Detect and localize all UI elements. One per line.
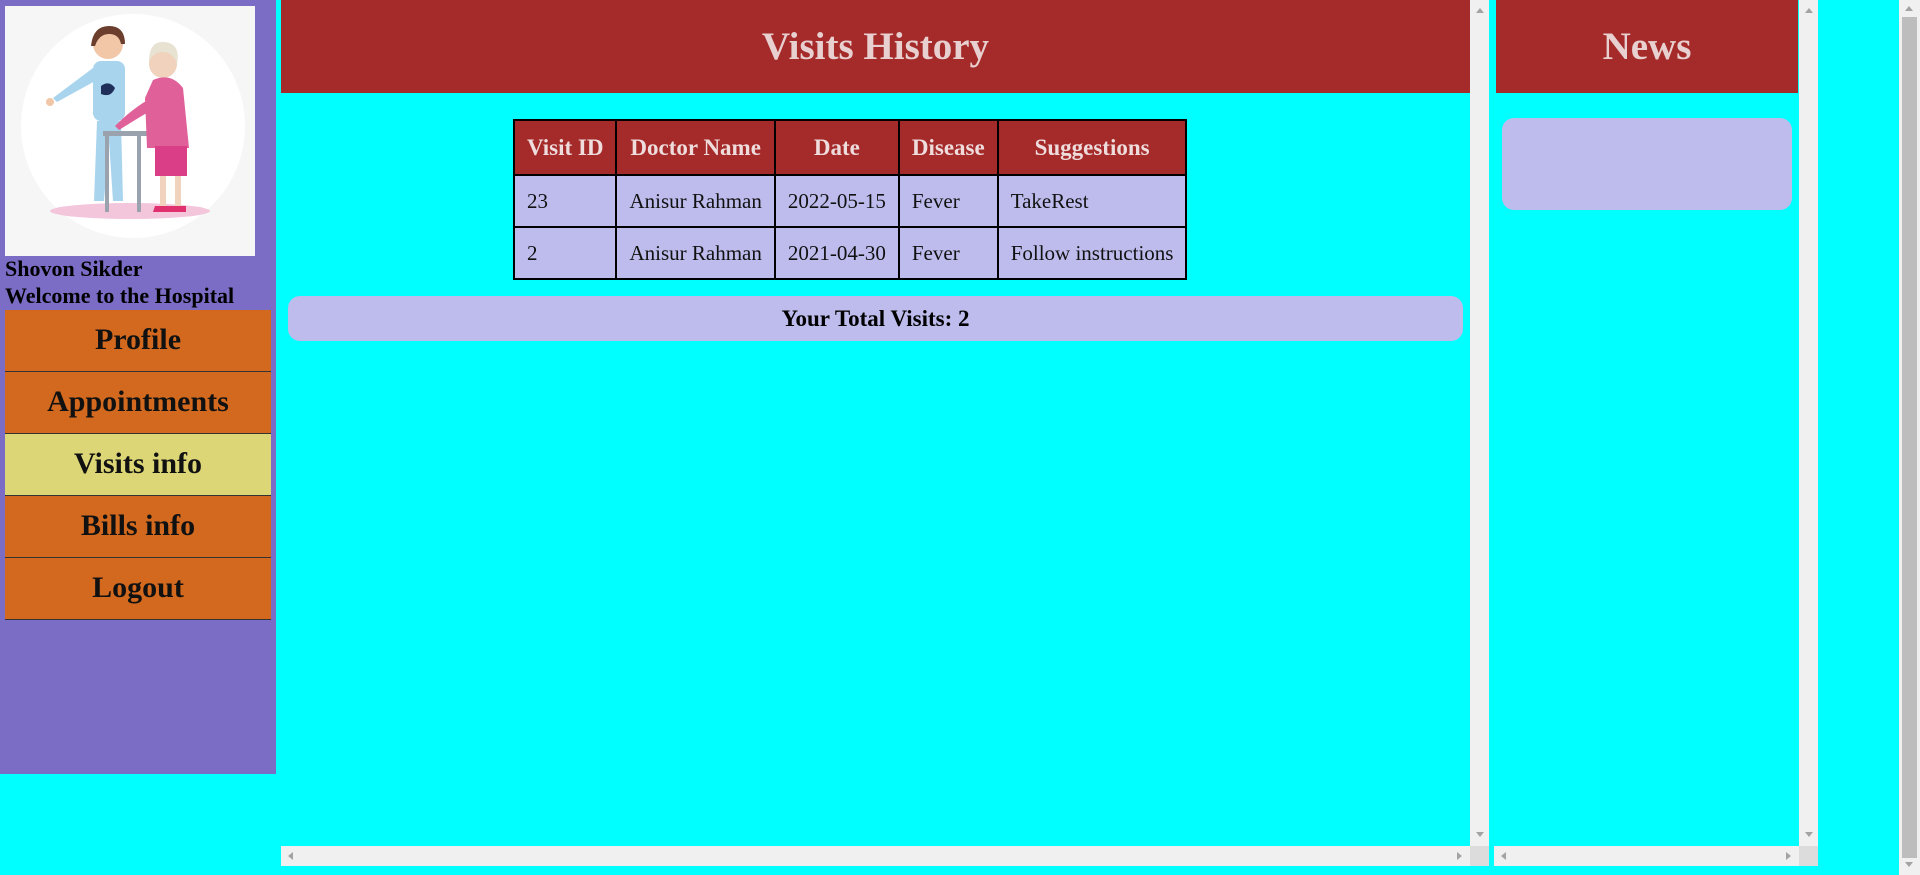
cell-disease: Fever [897,174,999,228]
nav-item-logout[interactable]: Logout [5,558,271,620]
cell-suggestions: TakeRest [996,174,1188,228]
scroll-corner [1799,846,1818,866]
main-horizontal-scrollbar[interactable] [281,846,1470,866]
news-title: News [1496,0,1798,93]
news-vertical-scrollbar[interactable] [1799,0,1818,846]
cell-date: 2021-04-30 [773,226,900,280]
cell-disease: Fever [897,226,999,280]
total-visits-summary: Your Total Visits: 2 [288,296,1463,341]
scroll-left-arrow-icon[interactable] [288,852,293,860]
main-content: Visits History Visit ID Doctor Name Date… [281,0,1470,846]
nav-item-appointments[interactable]: Appointments [5,372,271,434]
column-header-suggestions: Suggestions [996,119,1188,176]
scroll-right-arrow-icon[interactable] [1786,852,1791,860]
scroll-left-arrow-icon[interactable] [1501,852,1506,860]
scroll-up-arrow-icon[interactable] [1805,8,1813,13]
cell-doctor-name: Anisur Rahman [615,174,776,228]
news-horizontal-scrollbar[interactable] [1494,846,1799,866]
scroll-down-arrow-icon[interactable] [1905,862,1913,867]
column-header-doctor-name: Doctor Name [615,119,776,176]
column-header-visit-id: Visit ID [512,119,618,176]
cell-visit-id: 23 [512,174,618,228]
sidebar-nav: Profile Appointments Visits info Bills i… [5,310,271,620]
cell-doctor-name: Anisur Rahman [615,226,776,280]
welcome-message: Welcome to the Hospital [5,283,235,308]
scroll-right-arrow-icon[interactable] [1457,852,1462,860]
table-header-row: Visit ID Doctor Name Date Disease Sugges… [512,119,1188,176]
visits-table: Visit ID Doctor Name Date Disease Sugges… [512,119,1188,280]
main-frame: Visits History Visit ID Doctor Name Date… [281,0,1489,866]
scroll-down-arrow-icon[interactable] [1805,832,1813,837]
window-vertical-scrollbar[interactable] [1899,0,1920,875]
scroll-down-arrow-icon[interactable] [1476,832,1484,837]
user-name: Shovon Sikder [5,256,143,281]
sidebar: Shovon Sikder Welcome to the Hospital Pr… [0,0,276,774]
nav-item-visits-info[interactable]: Visits info [5,434,271,496]
table-row: 2 Anisur Rahman 2021-04-30 Fever Follow … [512,226,1188,280]
scroll-up-arrow-icon[interactable] [1905,6,1913,11]
main-vertical-scrollbar[interactable] [1470,0,1489,846]
column-header-disease: Disease [897,119,999,176]
nav-item-profile[interactable]: Profile [5,310,271,372]
news-content: News [1494,0,1799,846]
nav-item-bills-info[interactable]: Bills info [5,496,271,558]
cell-visit-id: 2 [512,226,618,280]
table-row: 23 Anisur Rahman 2022-05-15 Fever TakeRe… [512,174,1188,228]
scrollbar-thumb[interactable] [1902,17,1917,858]
nurse-elderly-illustration-icon [21,14,245,238]
cell-suggestions: Follow instructions [996,226,1188,280]
news-panel [1502,118,1792,210]
news-frame: News [1494,0,1818,866]
scroll-up-arrow-icon[interactable] [1476,8,1484,13]
scroll-corner [1470,846,1489,866]
page-title: Visits History [281,0,1470,93]
avatar [5,6,255,256]
column-header-date: Date [773,119,900,176]
cell-date: 2022-05-15 [773,174,900,228]
